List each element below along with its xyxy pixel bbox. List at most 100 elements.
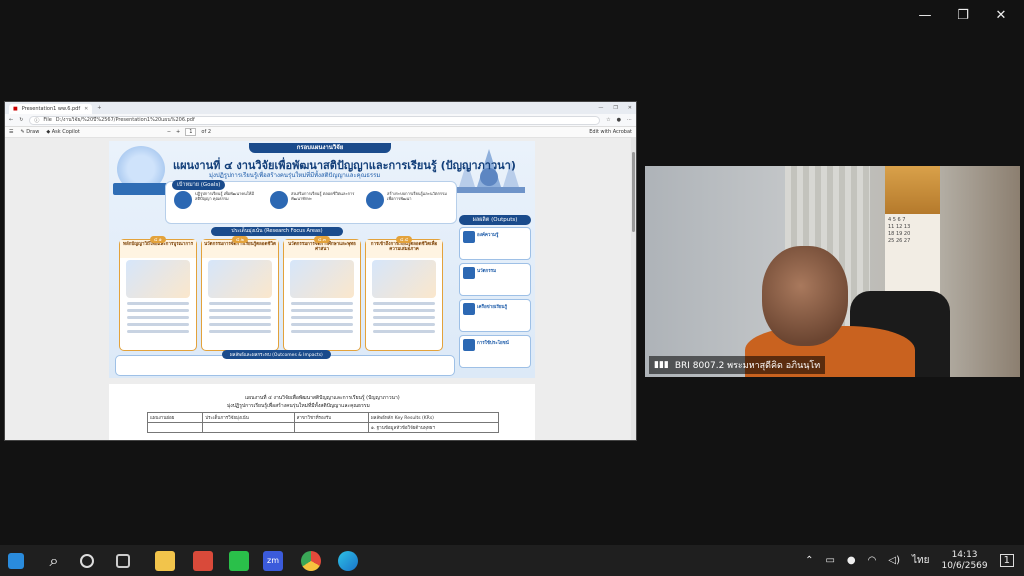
focus-card: ๔.๒ นวัตกรรมการจัดการเรียนรู้ตลอดชีวิต <box>201 236 279 351</box>
goal-item: สร้างระบบการเรียนรู้และนวัตกรรมเพื่อการพ… <box>366 191 451 221</box>
focus-card: ๔.๓ นวัตกรรมการจัดการศึกษาและพุทธศาสนา <box>283 236 361 351</box>
ask-copilot-button[interactable]: ◆ Ask Copilot <box>46 129 79 135</box>
date: 10/6/2569 <box>941 560 988 571</box>
chevron-up-icon[interactable]: ⌃ <box>805 555 813 566</box>
output-card: เครือข่ายเรียนรู้ <box>459 299 531 332</box>
draw-label: Draw <box>26 129 40 135</box>
notification-badge[interactable]: 1 <box>999 554 1014 567</box>
browser-tab[interactable]: ■ Presentation1 ww.6.pdf ✕ <box>9 104 93 114</box>
output-title: เครือข่ายเรียนรู้ <box>477 305 507 310</box>
pdf-toolbar: ☰ ✎ Draw ◆ Ask Copilot − + 1 of 2 Edit w… <box>5 127 636 138</box>
zoom-icon[interactable]: zm <box>263 551 283 571</box>
goals-label: เป้าหมาย (Goals) <box>172 180 226 190</box>
minimize-icon[interactable]: — <box>598 105 603 111</box>
contents-icon[interactable]: ☰ <box>9 129 13 135</box>
scrollbar-thumb[interactable] <box>632 152 635 232</box>
file-label: File <box>43 117 52 123</box>
output-card: นวัตกรรม <box>459 263 531 296</box>
focus-illustration <box>208 260 272 298</box>
wifi-icon[interactable]: ◠ <box>868 555 877 566</box>
anydesk-icon[interactable] <box>193 551 213 571</box>
close-tab-icon[interactable]: ✕ <box>84 106 88 112</box>
clock[interactable]: 14:13 10/6/2569 <box>941 550 987 572</box>
table-row: แผนงานย่อย ประเด็นการวิจัยมุ่งเน้น สาขาว… <box>146 412 500 423</box>
refresh-icon[interactable]: ↻ <box>19 117 23 123</box>
minimize-button[interactable]: — <box>914 8 936 24</box>
new-tab-icon[interactable]: + <box>97 105 101 111</box>
slide-banner: กรอบแผนงานวิจัย <box>249 143 391 153</box>
line-icon[interactable] <box>229 551 249 571</box>
window-controls: — ❐ ✕ <box>914 8 1012 24</box>
address-bar-row: ← ↻ ⓘ File D:/งานวิจัย/%20ปี%2567/Presen… <box>5 114 636 127</box>
chrome-icon[interactable] <box>301 551 321 571</box>
cortana-icon[interactable] <box>80 554 94 568</box>
shared-browser-window: ■ Presentation1 ww.6.pdf ✕ + — ❐ ✕ ← ↻ ⓘ… <box>4 101 637 441</box>
table-header: ประเด็นการวิจัยมุ่งเน้น <box>202 412 295 423</box>
focus-number: ๔.๔ <box>396 236 413 243</box>
doc-subtitle: มุ่งปฏิรูปการเรียนรู้เพื่อสร้างคนรุ่นใหม… <box>227 403 370 409</box>
viewer-scrollbar[interactable] <box>631 138 636 440</box>
zoom-in-icon[interactable]: + <box>176 129 180 135</box>
focus-card: ๔.๑ หลักปัญญาวิถีไทยและการบูรณาการ <box>119 236 197 351</box>
draw-button[interactable]: ✎ Draw <box>20 129 39 135</box>
focus-areas-label: ประเด็นมุ่งเน้น (Research Focus Areas) <box>211 227 343 236</box>
close-icon[interactable]: ✕ <box>628 105 632 111</box>
zoom-out-icon[interactable]: − <box>167 129 171 135</box>
tab-bar: ■ Presentation1 ww.6.pdf ✕ + — ❐ ✕ <box>5 102 636 114</box>
focus-illustration <box>372 260 436 298</box>
focus-illustration <box>290 260 354 298</box>
brain-icon <box>174 191 192 209</box>
star-icon[interactable]: ☆ <box>606 117 610 123</box>
volume-icon[interactable]: ◁) <box>888 555 900 566</box>
search-icon[interactable]: ⌕ <box>44 551 64 571</box>
graduation-icon <box>366 191 384 209</box>
participant-face <box>762 246 848 346</box>
knowledge-icon <box>463 231 475 243</box>
ask-copilot-label: Ask Copilot <box>51 129 80 135</box>
maximize-button[interactable]: ❐ <box>952 8 974 24</box>
language-indicator[interactable]: ไทย <box>912 553 929 568</box>
focus-number: ๔.๓ <box>314 236 330 243</box>
time: 14:13 <box>951 549 978 560</box>
output-title: นวัตกรรม <box>477 269 497 274</box>
output-title: องค์ความรู้ <box>477 233 499 238</box>
maximize-icon[interactable]: ❐ <box>613 105 617 111</box>
output-card: การใช้ประโยชน์ <box>459 335 531 368</box>
file-icon: ⓘ <box>34 117 40 124</box>
network-icon[interactable]: ▭ <box>825 555 834 566</box>
focus-illustration <box>126 260 190 298</box>
document-page: แผนงานที่ ๔ งานวิจัยเพื่อพัฒนาสติปัญญาแล… <box>109 384 535 440</box>
slide-subtitle: มุ่งปฏิรูปการเรียนรู้เพื่อสร้างคนรุ่นใหม… <box>209 172 381 179</box>
close-button[interactable]: ✕ <box>990 8 1012 24</box>
table-header: แผนงานย่อย <box>146 412 204 423</box>
signal-icon: ▮▮▮ <box>654 360 669 370</box>
network-icon <box>463 303 475 315</box>
goal-text: สร้างระบบการเรียนรู้และนวัตกรรมเพื่อการพ… <box>387 191 447 201</box>
table-cell: ๑. ฐานข้อมูลหัวข้อวิจัยด้านพุทธฯ <box>367 422 500 433</box>
output-card: องค์ความรู้ <box>459 227 531 260</box>
address-input[interactable]: ⓘ File D:/งานวิจัย/%20ปี%2567/Presentati… <box>29 115 601 125</box>
page-count: of 2 <box>201 129 211 135</box>
profile-icon[interactable]: ● <box>617 117 621 123</box>
outcomes-panel: ผลลัพธ์และผลกระทบ (Outcomes & Impacts) <box>115 350 455 376</box>
outputs-column: ผลผลิต (Outputs) องค์ความรู้ นวัตกรรม เค… <box>459 215 531 375</box>
page-number-input[interactable]: 1 <box>185 128 197 136</box>
goal-item: ปฏิรูปการเรียนรู้ เพื่อพัฒนาคนให้มีสติปั… <box>174 191 259 221</box>
menu-icon[interactable]: ⋯ <box>627 117 632 123</box>
pdf-viewer[interactable]: กรอบแผนงานวิจัย แผนงานที่ ๔ งานวิจัยเพื่… <box>5 138 636 440</box>
participant-video[interactable]: 4 5 6 7 11 12 13 18 19 20 25 26 27 ▮▮▮ BRI … <box>645 166 1020 377</box>
focus-number: ๔.๒ <box>232 236 248 243</box>
output-title: การใช้ประโยชน์ <box>477 341 509 346</box>
goal-text: ปฏิรูปการเรียนรู้ เพื่อพัฒนาคนให้มีสติปั… <box>195 191 255 201</box>
microphone-icon[interactable]: ● <box>847 555 856 566</box>
edge-icon[interactable] <box>338 551 358 571</box>
start-icon[interactable] <box>8 553 24 569</box>
book-illustration <box>113 183 169 195</box>
back-icon[interactable]: ← <box>9 117 13 123</box>
file-explorer-icon[interactable] <box>155 551 175 571</box>
pdf-icon: ■ <box>13 106 18 112</box>
task-view-icon[interactable] <box>116 554 130 568</box>
focus-number: ๔.๑ <box>150 236 166 243</box>
edit-with-acrobat-button[interactable]: Edit with Acrobat <box>589 129 632 135</box>
goals-panel: เป้าหมาย (Goals) ปฏิรูปการเรียนรู้ เพื่อ… <box>165 180 457 224</box>
